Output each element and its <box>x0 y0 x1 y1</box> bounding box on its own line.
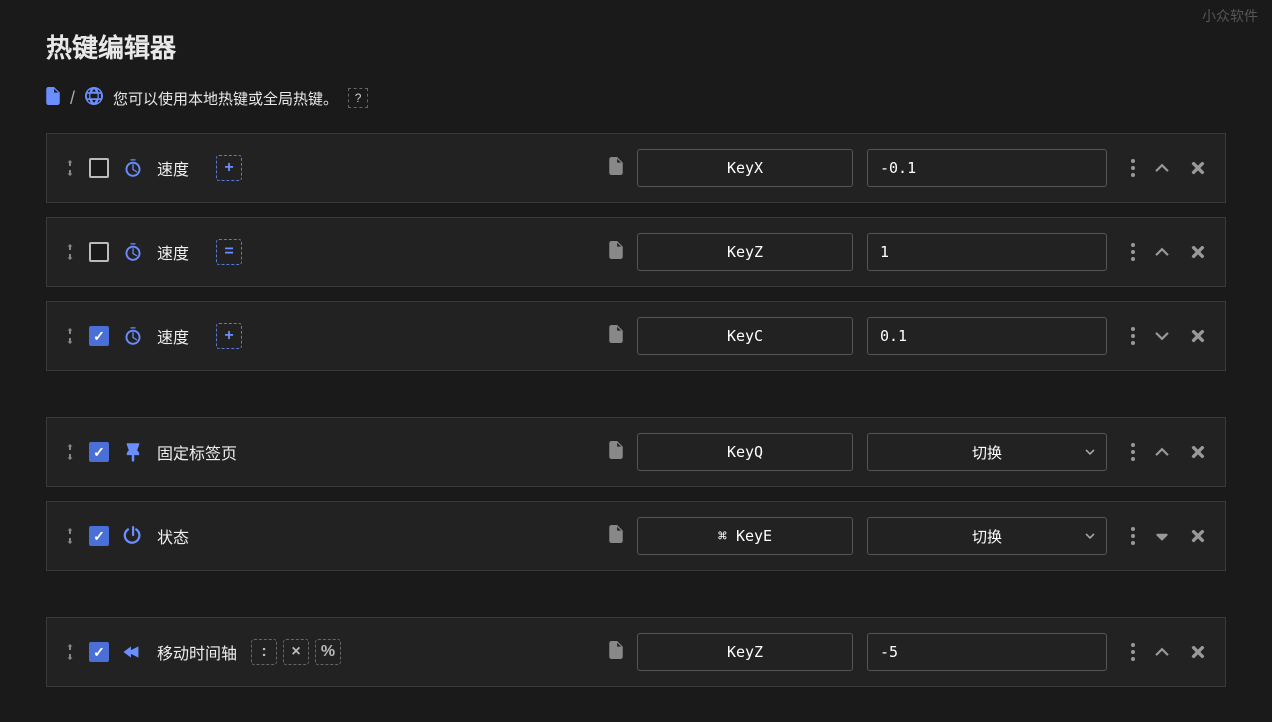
action-label: 固定标签页 <box>157 440 237 464</box>
operator-chip[interactable]: + <box>216 155 242 181</box>
scope-icon <box>609 241 623 264</box>
action-label: 速度 <box>157 324 202 348</box>
operator-chip[interactable]: : <box>251 639 277 665</box>
separator: / <box>70 88 75 109</box>
more-menu-button[interactable] <box>1131 159 1135 177</box>
enable-checkbox[interactable] <box>89 158 109 178</box>
hotkey-row: 速度 = <box>46 217 1226 287</box>
key-input[interactable] <box>637 233 853 271</box>
enable-checkbox[interactable] <box>89 326 109 346</box>
enable-checkbox[interactable] <box>89 526 109 546</box>
sort-handle[interactable] <box>65 643 75 661</box>
subtitle-text: 您可以使用本地热键或全局热键。 <box>113 88 338 109</box>
operator-chip[interactable]: + <box>216 323 242 349</box>
sort-handle[interactable] <box>65 327 75 345</box>
action-label: 移动时间轴 <box>157 640 237 664</box>
value-select[interactable]: 切换 <box>867 517 1107 555</box>
timer-icon <box>123 326 143 346</box>
delete-button[interactable] <box>1189 327 1207 345</box>
local-scope-icon <box>46 87 60 109</box>
rewind-icon <box>123 642 143 662</box>
key-input[interactable] <box>637 433 853 471</box>
sort-handle[interactable] <box>65 443 75 461</box>
help-button[interactable]: ? <box>348 88 368 108</box>
value-input[interactable] <box>867 633 1107 671</box>
value-select[interactable]: 切换 <box>867 433 1107 471</box>
delete-button[interactable] <box>1189 159 1207 177</box>
action-label: 速度 <box>157 156 202 180</box>
more-menu-button[interactable] <box>1131 643 1135 661</box>
scope-icon <box>609 157 623 180</box>
more-menu-button[interactable] <box>1131 243 1135 261</box>
power-icon <box>123 526 143 546</box>
hotkey-row: 速度 + <box>46 133 1226 203</box>
value-input[interactable] <box>867 233 1107 271</box>
action-label: 速度 <box>157 240 202 264</box>
scope-icon <box>609 325 623 348</box>
expand-button[interactable] <box>1153 243 1171 261</box>
scope-icon <box>609 525 623 548</box>
expand-button[interactable] <box>1153 443 1171 461</box>
enable-checkbox[interactable] <box>89 242 109 262</box>
value-input[interactable] <box>867 149 1107 187</box>
delete-button[interactable] <box>1189 243 1207 261</box>
page-title: 热键编辑器 <box>46 28 1226 65</box>
more-menu-button[interactable] <box>1131 327 1135 345</box>
subheader: / 您可以使用本地热键或全局热键。 ? <box>46 87 1226 109</box>
delete-button[interactable] <box>1189 643 1207 661</box>
key-input[interactable] <box>637 149 853 187</box>
operator-chip[interactable]: % <box>315 639 341 665</box>
enable-checkbox[interactable] <box>89 642 109 662</box>
key-input[interactable] <box>637 317 853 355</box>
hotkey-row: 移动时间轴:×% <box>46 617 1226 687</box>
timer-icon <box>123 158 143 178</box>
key-input[interactable] <box>637 633 853 671</box>
operator-chip[interactable]: = <box>216 239 242 265</box>
hotkey-row: 状态 切换 <box>46 501 1226 571</box>
global-scope-icon <box>85 87 103 109</box>
more-menu-button[interactable] <box>1131 443 1135 461</box>
expand-button[interactable] <box>1153 327 1171 345</box>
key-input[interactable] <box>637 517 853 555</box>
expand-button[interactable] <box>1153 527 1171 545</box>
delete-button[interactable] <box>1189 527 1207 545</box>
hotkey-row: 速度 + <box>46 301 1226 371</box>
expand-button[interactable] <box>1153 643 1171 661</box>
scope-icon <box>609 641 623 664</box>
sort-handle[interactable] <box>65 243 75 261</box>
timer-icon <box>123 242 143 262</box>
pin-icon <box>123 442 143 462</box>
watermark: 小众软件 <box>1202 6 1258 26</box>
operator-chip[interactable]: × <box>283 639 309 665</box>
hotkey-rows: 速度+速度=速度+固定标签页切换状态切换移动时间轴:×% <box>46 133 1226 687</box>
more-menu-button[interactable] <box>1131 527 1135 545</box>
expand-button[interactable] <box>1153 159 1171 177</box>
action-label: 状态 <box>157 524 202 548</box>
hotkey-editor-panel: 热键编辑器 / 您可以使用本地热键或全局热键。 ? 速度 + 速度 = 速度 + 固定标签页… <box>0 0 1272 687</box>
sort-handle[interactable] <box>65 527 75 545</box>
value-input[interactable] <box>867 317 1107 355</box>
delete-button[interactable] <box>1189 443 1207 461</box>
hotkey-row: 固定标签页 切换 <box>46 417 1226 487</box>
sort-handle[interactable] <box>65 159 75 177</box>
scope-icon <box>609 441 623 464</box>
enable-checkbox[interactable] <box>89 442 109 462</box>
